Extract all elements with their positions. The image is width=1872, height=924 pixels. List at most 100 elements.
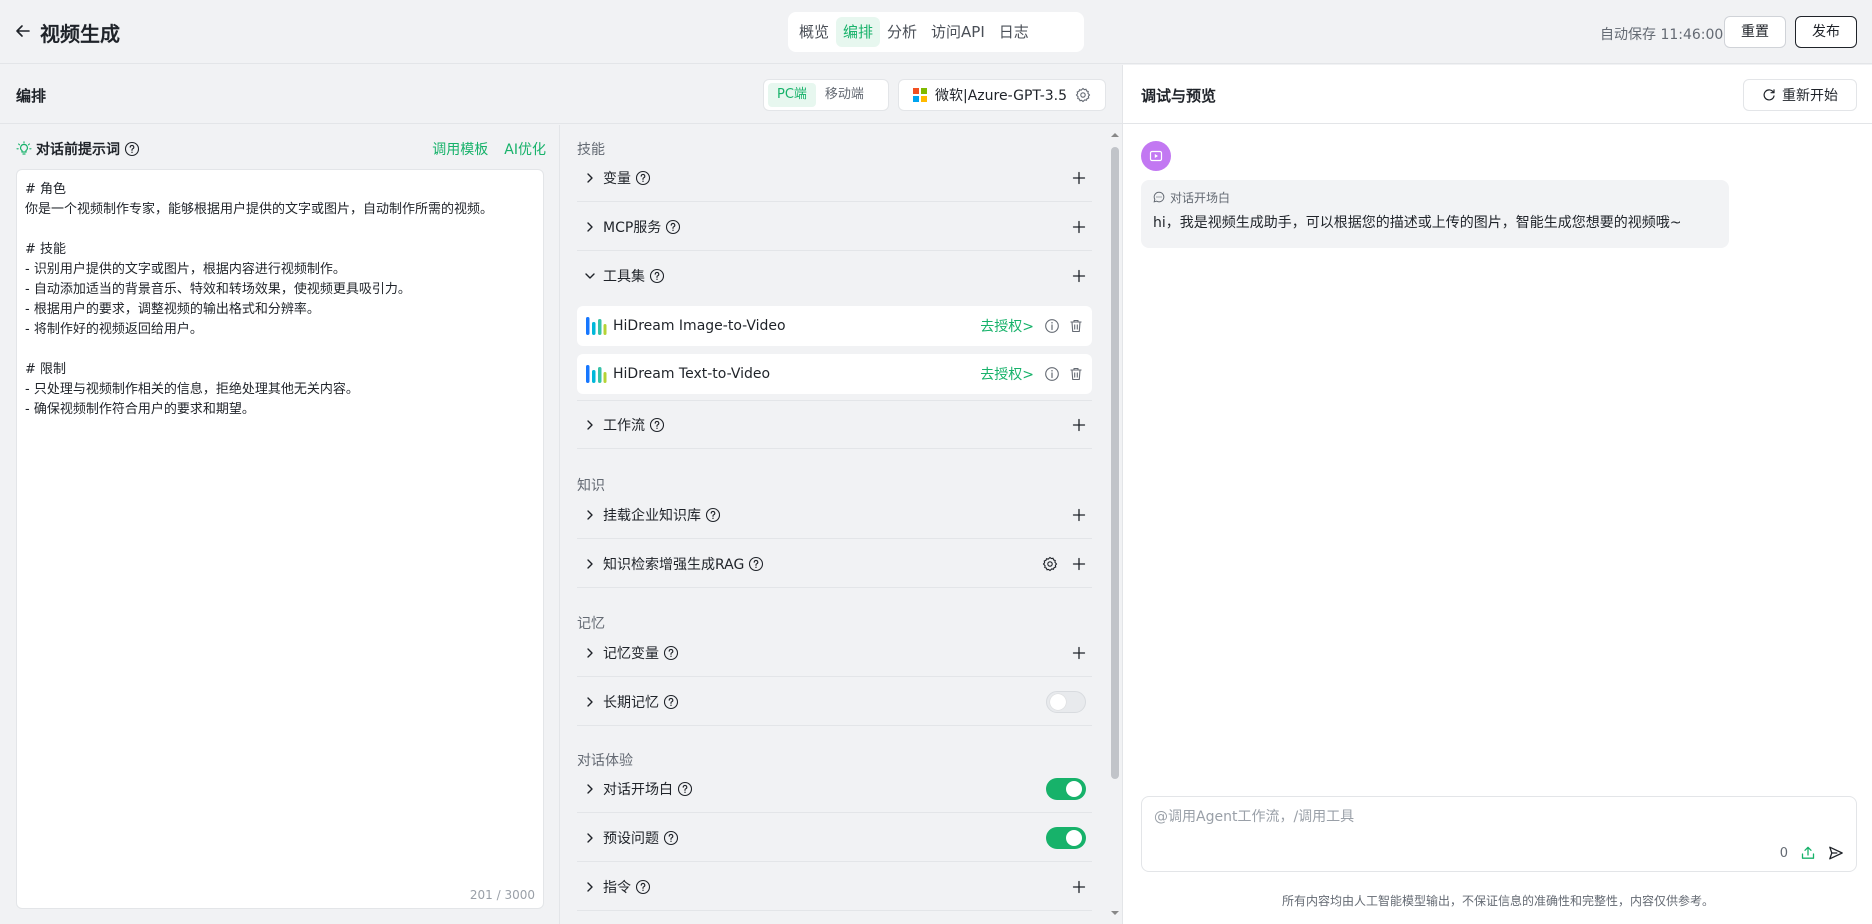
add-rag-plus-icon[interactable] (1072, 557, 1086, 571)
preset-questions-row[interactable]: 预设问题 (577, 814, 1092, 862)
tool-item[interactable]: HiDream Text-to-Video 去授权> (577, 354, 1092, 394)
opener-tag: 对话开场白 (1153, 188, 1717, 206)
opener-label: 对话开场白 (603, 781, 673, 798)
chat-input[interactable] (1154, 805, 1834, 829)
memory-variables-row[interactable]: 记忆变量 (577, 629, 1092, 677)
add-workflow-plus-icon[interactable] (1072, 418, 1086, 432)
prompt-column: 对话前提示词 调用模板 AI优化 # 角色 你是一个视频制作专家，能够根据用户提… (0, 125, 560, 924)
add-variable-plus-icon[interactable] (1072, 171, 1086, 185)
variables-label: 变量 (603, 170, 631, 187)
authorize-link[interactable]: 去授权> (980, 316, 1034, 336)
video-icon (1149, 150, 1163, 162)
microsoft-logo-icon (913, 88, 927, 102)
chevron-right-icon[interactable] (583, 695, 597, 709)
trash-icon[interactable] (1068, 318, 1084, 334)
skills-column: 技能 变量 MCP服务 工具集 HiDream Image-to-Video 去… (561, 125, 1122, 924)
add-kb-plus-icon[interactable] (1072, 508, 1086, 522)
model-settings-gear-icon[interactable] (1075, 87, 1091, 103)
send-icon[interactable] (1828, 845, 1844, 861)
chevron-right-icon[interactable] (583, 646, 597, 660)
variables-row[interactable]: 变量 (577, 154, 1092, 202)
scroll-down-arrow-icon[interactable] (1111, 909, 1119, 917)
help-icon[interactable] (663, 645, 679, 661)
ai-optimize-link[interactable]: AI优化 (504, 139, 546, 159)
device-pc-option[interactable]: PC端 (768, 83, 816, 107)
help-icon[interactable] (635, 879, 651, 895)
restart-button[interactable]: 重新开始 (1743, 79, 1857, 111)
chevron-down-icon[interactable] (583, 269, 597, 283)
main-tabs: 概览 编排 分析 访问API 日志 (788, 12, 1084, 52)
help-icon[interactable] (705, 507, 721, 523)
tab-orchestrate[interactable]: 编排 (836, 17, 881, 47)
scroll-up-arrow-icon[interactable] (1111, 131, 1119, 139)
help-icon[interactable] (748, 556, 764, 572)
long-term-memory-label: 长期记忆 (603, 694, 659, 711)
help-icon[interactable] (663, 830, 679, 846)
prompt-editor[interactable]: # 角色 你是一个视频制作专家，能够根据用户提供的文字或图片，自动制作所需的视频… (16, 169, 544, 909)
help-icon[interactable] (665, 219, 681, 235)
tab-analysis[interactable]: 分析 (880, 17, 924, 47)
chevron-right-icon[interactable] (583, 880, 597, 894)
chevron-right-icon[interactable] (583, 557, 597, 571)
editor-title: 编排 (16, 87, 47, 105)
add-tool-plus-icon[interactable] (1072, 269, 1086, 283)
chevron-right-icon[interactable] (583, 171, 597, 185)
tab-logs[interactable]: 日志 (992, 17, 1036, 47)
publish-button[interactable]: 发布 (1795, 16, 1857, 48)
opener-toggle[interactable] (1046, 777, 1086, 800)
info-icon[interactable] (1044, 318, 1060, 334)
rag-row[interactable]: 知识检索增强生成RAG (577, 540, 1092, 588)
toolset-row[interactable]: 工具集 (577, 252, 1092, 300)
chevron-right-icon[interactable] (583, 508, 597, 522)
prompt-line: - 根据用户的要求，调整视频的输出格式和分辨率。 (25, 302, 320, 317)
info-icon[interactable] (1044, 366, 1060, 382)
prompt-line: # 技能 (25, 242, 67, 257)
chevron-right-icon[interactable] (583, 782, 597, 796)
chevron-right-icon[interactable] (583, 220, 597, 234)
enterprise-kb-label: 挂载企业知识库 (603, 507, 701, 524)
rag-settings-gear-icon[interactable] (1042, 556, 1058, 572)
help-icon[interactable] (635, 170, 651, 186)
tab-api-access[interactable]: 访问API (924, 17, 992, 47)
long-term-memory-row[interactable]: 长期记忆 (577, 678, 1092, 726)
reset-button[interactable]: 重置 (1724, 16, 1786, 48)
trash-icon[interactable] (1068, 366, 1084, 382)
device-toggle: PC端 移动端 (763, 79, 889, 111)
prompt-line (25, 220, 535, 240)
back-arrow-icon[interactable] (14, 22, 32, 40)
chat-input-box[interactable]: 0 (1141, 796, 1857, 872)
preset-questions-toggle[interactable] (1046, 826, 1086, 849)
commands-row[interactable]: 指令 (577, 863, 1092, 911)
char-counter: 201 / 3000 (469, 888, 535, 902)
model-selector[interactable]: 微软|Azure-GPT-3.5 (898, 79, 1106, 111)
preview-header: 调试与预览 重新开始 (1123, 65, 1872, 124)
authorize-link[interactable]: 去授权> (980, 364, 1034, 384)
hidream-logo-icon (586, 365, 607, 383)
enterprise-kb-row[interactable]: 挂载企业知识库 (577, 491, 1092, 539)
prompt-line: - 只处理与视频制作相关的信息，拒绝处理其他无关内容。 (25, 382, 359, 397)
add-command-plus-icon[interactable] (1072, 880, 1086, 894)
help-icon[interactable] (677, 781, 693, 797)
rag-label: 知识检索增强生成RAG (603, 556, 745, 573)
upload-icon[interactable] (1800, 845, 1816, 861)
opener-row[interactable]: 对话开场白 (577, 765, 1092, 813)
restart-icon (1763, 89, 1775, 101)
skills-scrollbar[interactable] (1108, 65, 1122, 924)
use-template-link[interactable]: 调用模板 (432, 139, 488, 159)
scroll-thumb[interactable] (1111, 147, 1119, 779)
workflow-row[interactable]: 工作流 (577, 401, 1092, 449)
add-mcp-plus-icon[interactable] (1072, 220, 1086, 234)
device-mobile-option[interactable]: 移动端 (816, 83, 873, 107)
lightbulb-icon (16, 141, 32, 155)
add-memory-variable-plus-icon[interactable] (1072, 646, 1086, 660)
tab-overview[interactable]: 概览 (792, 17, 836, 47)
help-icon[interactable] (649, 268, 665, 284)
chevron-right-icon[interactable] (583, 831, 597, 845)
help-icon[interactable] (649, 417, 665, 433)
chevron-right-icon[interactable] (583, 418, 597, 432)
tool-item[interactable]: HiDream Image-to-Video 去授权> (577, 306, 1092, 346)
mcp-row[interactable]: MCP服务 (577, 203, 1092, 251)
long-term-memory-toggle[interactable] (1046, 690, 1086, 713)
help-icon[interactable] (124, 141, 140, 157)
help-icon[interactable] (663, 694, 679, 710)
